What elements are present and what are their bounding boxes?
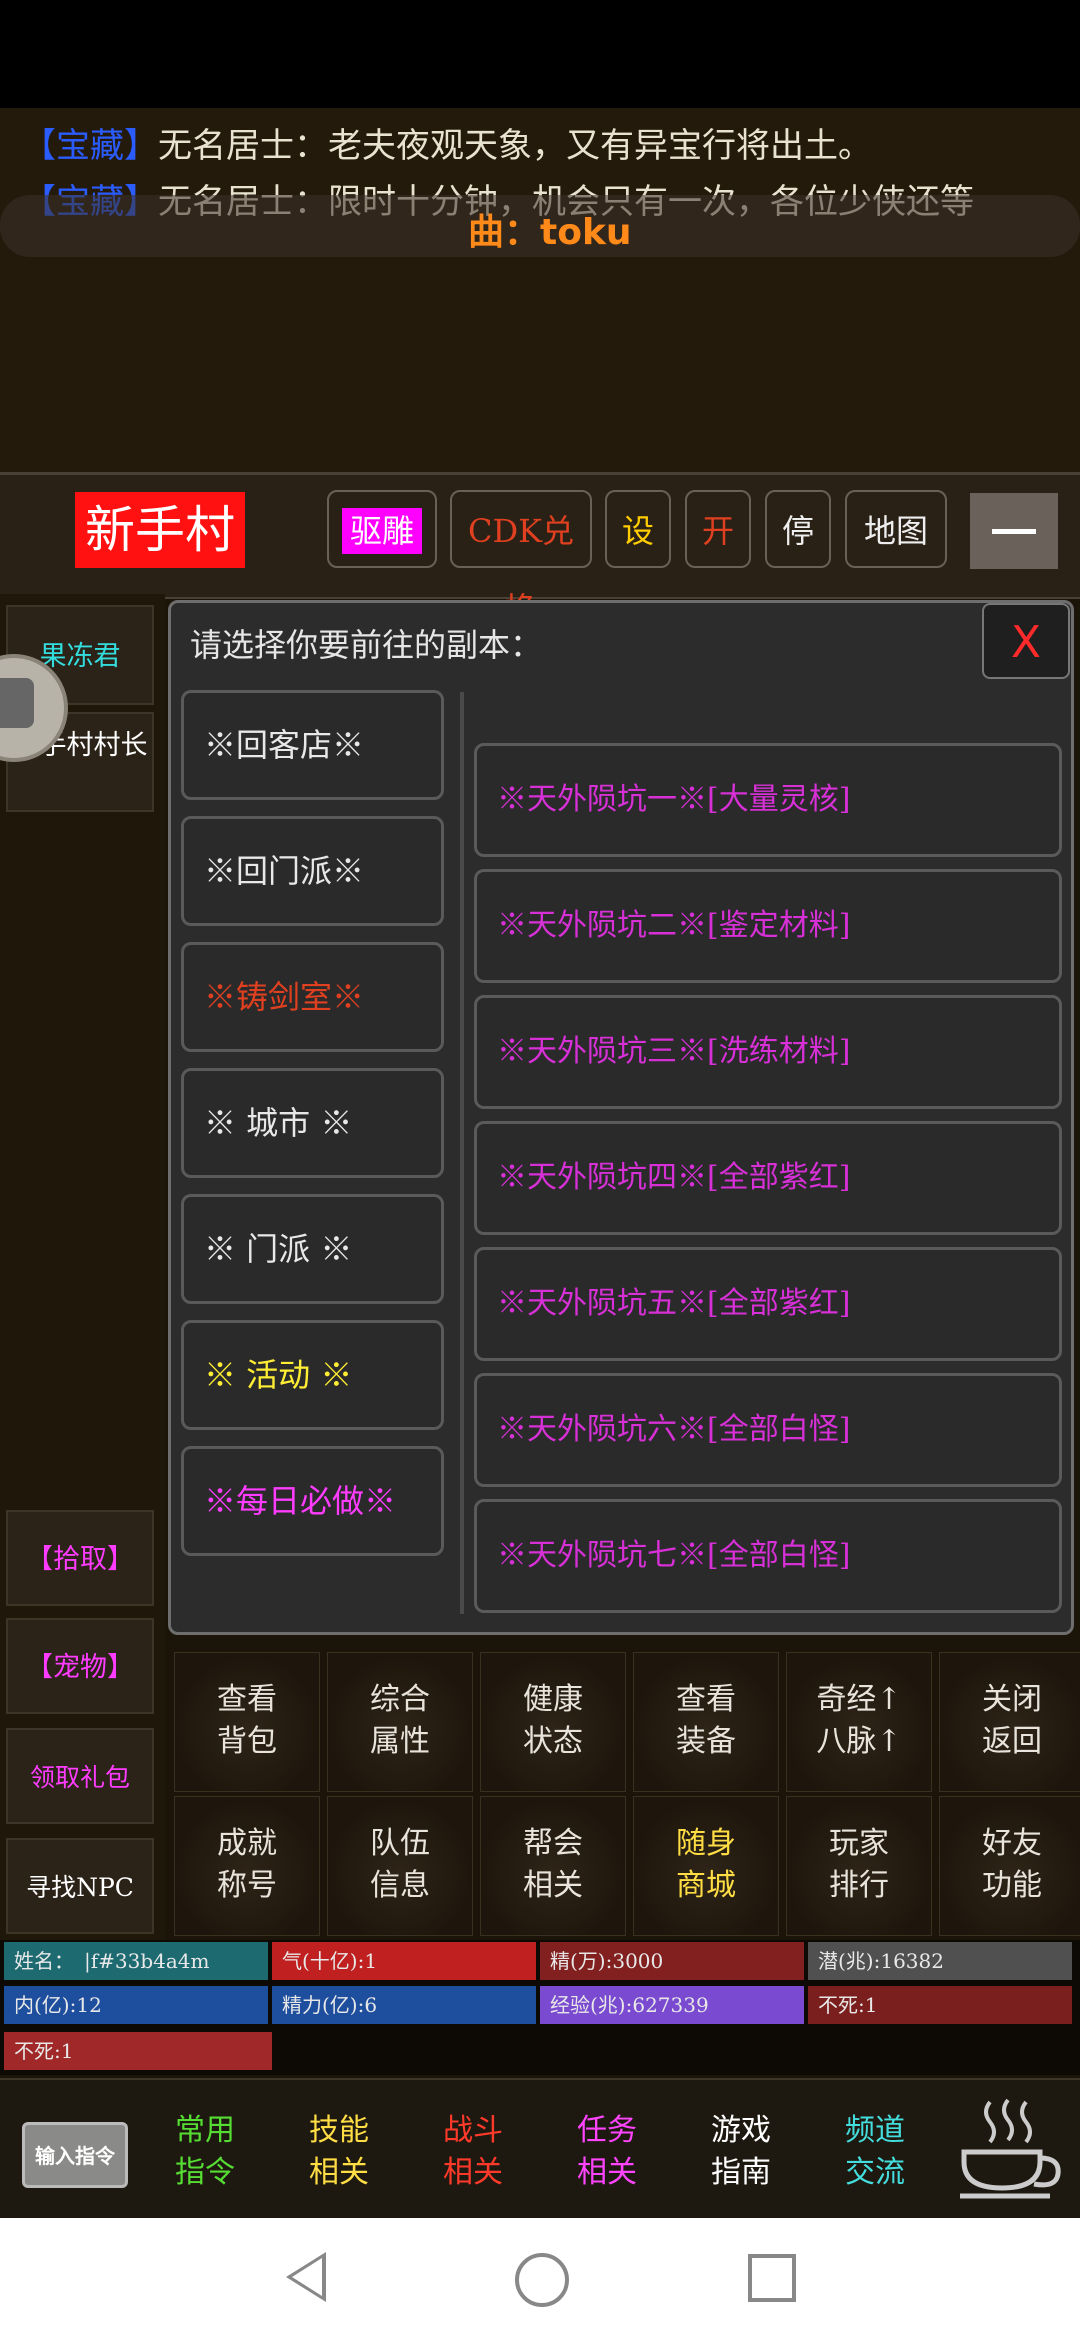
stat-qian: 潜(兆):16382 (808, 1942, 1072, 1980)
music-banner: 曲：toku (0, 195, 1080, 257)
dialog-title: 请选择你要前往的副本： (190, 626, 543, 664)
stop-button[interactable]: 停 (765, 490, 831, 568)
input-command-button[interactable]: 输入指令 (22, 2122, 128, 2188)
dungeon-button[interactable]: ※天外陨坑一※[大量灵核] (474, 743, 1062, 857)
map-button[interactable]: 地图 (845, 490, 947, 568)
start-button[interactable]: 开 (685, 490, 751, 568)
location-title: 新手村 (75, 492, 245, 568)
dungeon-button[interactable]: ※天外陨坑二※[鉴定材料] (474, 869, 1062, 983)
category-button[interactable]: ※铸剑室※ (181, 942, 444, 1052)
function-button[interactable]: 查看 装备 (633, 1652, 779, 1792)
function-button[interactable]: 玩家 排行 (786, 1796, 932, 1936)
pick-button[interactable]: 【拾取】 (6, 1510, 154, 1606)
menu-button[interactable]: 技能 相关 (274, 2086, 404, 2214)
category-button[interactable]: ※ 门派 ※ (181, 1194, 444, 1304)
dungeon-button[interactable]: ※天外陨坑三※[洗练材料] (474, 995, 1062, 1109)
status-bar (0, 0, 1080, 108)
stat-qi: 气(十亿):1 (272, 1942, 536, 1980)
close-button[interactable]: X (982, 603, 1070, 679)
stat-name: 姓名： |f#33b4a4m (4, 1942, 268, 1980)
function-button[interactable]: 查看 背包 (174, 1652, 320, 1792)
category-button[interactable]: ※每日必做※ (181, 1446, 444, 1556)
category-button[interactable]: ※ 活动 ※ (181, 1320, 444, 1430)
music-label: 曲：toku (468, 212, 632, 253)
menu-button[interactable]: 频道 交流 (810, 2086, 940, 2214)
function-button[interactable]: 随身 商城 (633, 1796, 779, 1936)
category-button[interactable]: ※回客店※ (181, 690, 444, 800)
stat-nei: 内(亿):12 (4, 1986, 268, 2024)
recent-apps-icon[interactable] (748, 2254, 796, 2302)
dungeon-button[interactable]: ※天外陨坑四※[全部紫红] (474, 1121, 1062, 1235)
stat-busi: 不死:1 (808, 1986, 1072, 2024)
tea-cup-icon[interactable] (950, 2092, 1068, 2202)
function-button[interactable]: 关闭 返回 (939, 1652, 1080, 1792)
home-icon[interactable] (515, 2253, 569, 2307)
chat-panel: 【宝藏】无名居士：老夫夜观天象，又有异宝行将出土。 【宝藏】无名居士：限时十分钟… (0, 108, 1080, 472)
expel-button[interactable]: 驱雕 (327, 490, 437, 568)
function-button[interactable]: 队伍 信息 (327, 1796, 473, 1936)
menu-button[interactable]: 任务 相关 (542, 2086, 672, 2214)
cdk-button[interactable]: CDK兑换 (450, 490, 592, 628)
minimize-button[interactable] (970, 493, 1058, 569)
menu-button[interactable]: 常用 指令 (140, 2086, 270, 2214)
function-button[interactable]: 奇经↑ 八脉↑ (786, 1652, 932, 1792)
find-npc-button[interactable]: 寻找NPC (6, 1838, 154, 1934)
function-button[interactable]: 成就 称号 (174, 1796, 320, 1936)
chat-line: 【宝藏】无名居士：老夫夜观天象，又有异宝行将出土。 (22, 126, 872, 166)
function-button[interactable]: 综合 属性 (327, 1652, 473, 1792)
divider (460, 692, 464, 1614)
gift-button[interactable]: 领取礼包 (6, 1728, 154, 1824)
stat-busi: 不死:1 (4, 2032, 272, 2070)
stat-jingli: 精力(亿):6 (272, 1986, 536, 2024)
menu-button[interactable]: 游戏 指南 (676, 2086, 806, 2214)
category-button[interactable]: ※ 城市 ※ (181, 1068, 444, 1178)
dungeon-button[interactable]: ※天外陨坑七※[全部白怪] (474, 1499, 1062, 1613)
dungeon-button[interactable]: ※天外陨坑五※[全部紫红] (474, 1247, 1062, 1361)
pet-button[interactable]: 【宠物】 (6, 1618, 154, 1714)
stat-exp: 经验(兆):627339 (540, 1986, 804, 2024)
menu-button[interactable]: 战斗 相关 (408, 2086, 538, 2214)
dungeon-button[interactable]: ※天外陨坑六※[全部白怪] (474, 1373, 1062, 1487)
function-button[interactable]: 帮会 相关 (480, 1796, 626, 1936)
function-button[interactable]: 好友 功能 (939, 1796, 1080, 1936)
settings-button[interactable]: 设 (605, 490, 671, 568)
function-button[interactable]: 健康 状态 (480, 1652, 626, 1792)
category-button[interactable]: ※回门派※ (181, 816, 444, 926)
back-icon[interactable] (286, 2252, 326, 2302)
stat-jing: 精(万):3000 (540, 1942, 804, 1980)
